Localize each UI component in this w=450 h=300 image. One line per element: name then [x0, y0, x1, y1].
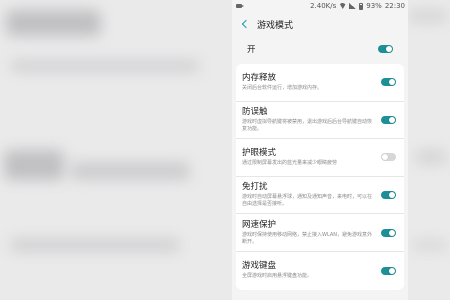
back-arrow-icon[interactable]: [241, 19, 251, 29]
blurred-shape: [415, 150, 447, 164]
toggle-knob: [389, 116, 395, 123]
toggle-knob: [389, 267, 395, 274]
anti-mistouch-toggle[interactable]: [381, 115, 396, 124]
network-protection-toggle[interactable]: [381, 228, 396, 237]
toggle-knob: [389, 192, 395, 199]
blurred-shape: [6, 10, 101, 36]
setting-title: 内存释放: [242, 72, 277, 83]
setting-game-keyboard[interactable]: 游戏键盘 全屏游戏时启用悬浮键盘功能。: [236, 252, 404, 290]
battery-percent: 93%: [366, 2, 382, 10]
setting-title: 网速保护: [242, 219, 277, 230]
wifi-icon: [339, 3, 347, 9]
setting-title: 游戏键盘: [242, 261, 277, 272]
settings-card: 内存释放 关闭后台软件运行，增加游戏内存。 防误触 游戏时虚拟导航键将被禁用，退…: [236, 64, 404, 290]
setting-network-protection[interactable]: 网速保护 游戏时保持使用移动网络，禁止接入WLAN，避免游戏意外断开。: [236, 214, 404, 252]
blurred-shape: [412, 240, 448, 250]
setting-memory-release[interactable]: 内存释放 关闭后台软件运行，增加游戏内存。: [236, 64, 404, 102]
setting-title: 防误触: [242, 106, 268, 117]
do-not-disturb-toggle[interactable]: [381, 191, 396, 200]
blurred-shape: [408, 10, 448, 22]
page-title: 游戏模式: [257, 20, 294, 31]
blurred-shape: [70, 162, 190, 180]
setting-description: 游戏时虚拟导航键将被禁用，退出游戏后后台导航键自动恢复功能。: [242, 118, 373, 132]
setting-description: 游戏时自动屏幕悬浮球，通知及通知声音，来电时，可以在自由选择是否接听。: [242, 194, 373, 208]
game-keyboard-toggle[interactable]: [381, 266, 396, 275]
toggle-knob: [386, 46, 392, 52]
setting-description: 通过限制屏幕发出的蓝光量来减少眼睛疲劳: [242, 159, 338, 166]
setting-description: 全屏游戏时启用悬浮键盘功能。: [242, 273, 313, 280]
signal-icon: [349, 3, 357, 9]
master-switch-row[interactable]: 开: [236, 36, 404, 62]
screen-record-icon: [236, 4, 244, 8]
blurred-shape: [10, 60, 200, 72]
master-toggle[interactable]: [378, 45, 393, 53]
setting-description: 游戏时保持使用移动网络，禁止接入WLAN，避免游戏意外断开。: [242, 231, 373, 245]
memory-release-toggle[interactable]: [381, 78, 396, 87]
setting-do-not-disturb[interactable]: 免打扰 游戏时自动屏幕悬浮球，通知及通知声音，来电时，可以在自由选择是否接听。: [236, 177, 404, 215]
setting-anti-mistouch[interactable]: 防误触 游戏时虚拟导航键将被禁用，退出游戏后后台导航键自动恢复功能。: [236, 102, 404, 140]
app-header: 游戏模式: [232, 12, 408, 36]
setting-eye-comfort[interactable]: 护眼模式 通过限制屏幕发出的蓝光量来减少眼睛疲劳: [236, 139, 404, 177]
clock: 22:30: [384, 2, 405, 10]
network-speed: 2.40K/s: [310, 2, 337, 10]
blurred-shape: [4, 150, 64, 180]
battery-icon: [359, 2, 364, 10]
master-switch-label: 开: [247, 45, 256, 55]
status-bar: 2.40K/s 93% 22:30: [232, 0, 408, 12]
blurred-shape: [10, 238, 180, 252]
setting-description: 关闭后台软件运行，增加游戏内存。: [242, 84, 323, 91]
setting-title: 免打扰: [242, 182, 268, 193]
eye-comfort-toggle[interactable]: [381, 153, 396, 162]
setting-title: 护眼模式: [242, 147, 277, 158]
phone-screen: 2.40K/s 93% 22:30 游戏模式 开 内存释放 关闭后台软件运行，增…: [232, 0, 408, 300]
toggle-knob: [389, 229, 395, 236]
toggle-knob: [382, 154, 388, 161]
toggle-knob: [389, 79, 395, 86]
